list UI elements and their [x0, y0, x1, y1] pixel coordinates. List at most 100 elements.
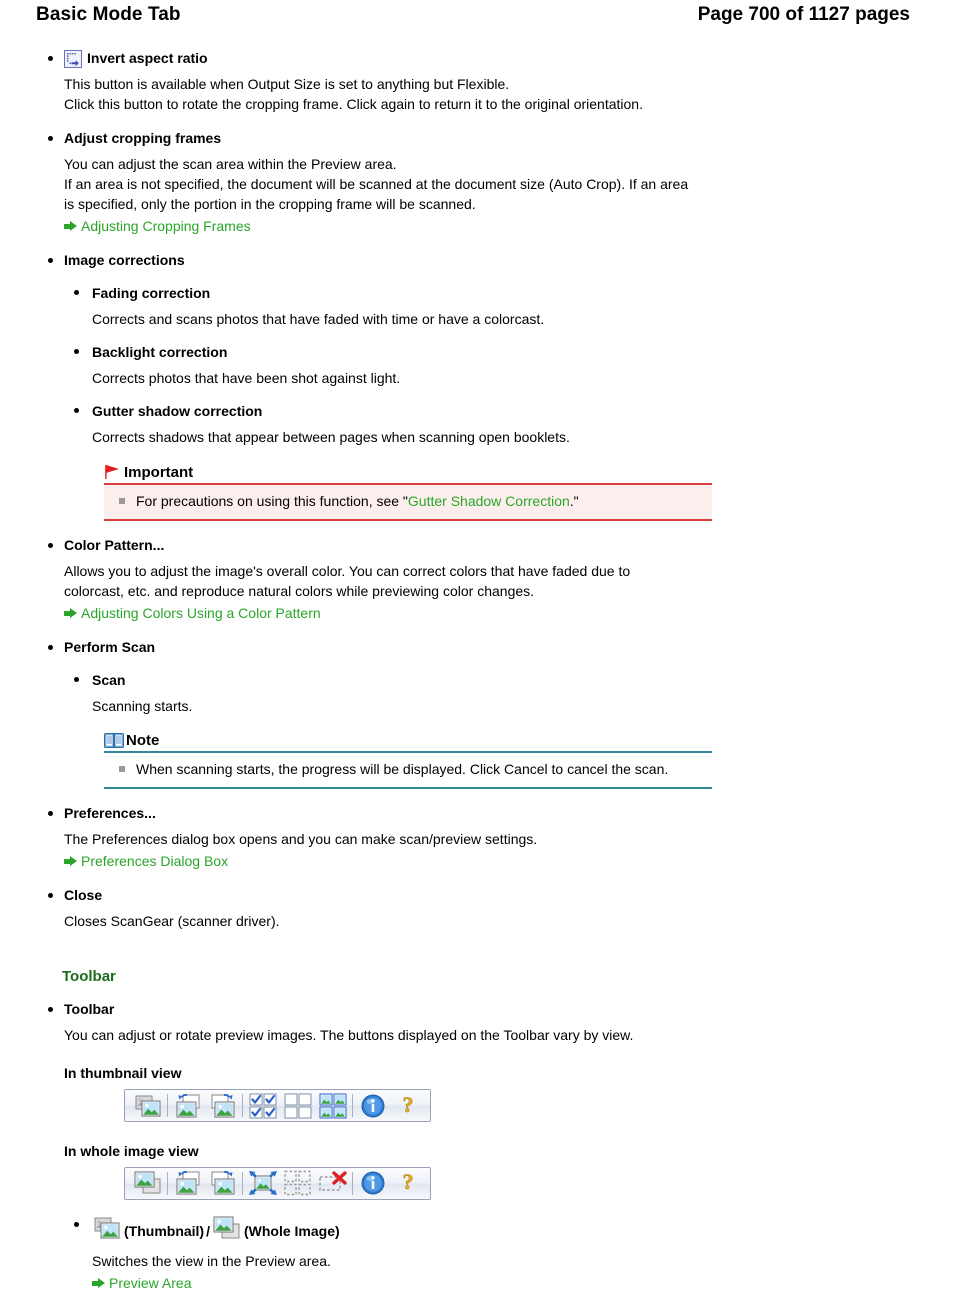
link-adjusting-cropping-frames[interactable]: Adjusting Cropping Frames	[81, 216, 251, 236]
green-arrow-icon	[92, 1277, 105, 1289]
page-title: Basic Mode Tab	[36, 4, 181, 25]
help-icon[interactable]: ?	[390, 1170, 425, 1197]
select-all-frames-icon[interactable]	[245, 1092, 280, 1119]
desc-gutter-shadow-correction: Corrects shadows that appear between pag…	[92, 429, 570, 445]
term-label: Image corrections	[64, 252, 185, 268]
desc-view-switch: Switches the view in the Preview area.	[92, 1253, 331, 1269]
info-icon[interactable]	[355, 1170, 390, 1197]
rotate-left-icon[interactable]	[170, 1092, 205, 1119]
desc-line: colorcast, etc. and reproduce natural co…	[64, 583, 535, 599]
desc-line: This button is available when Output Siz…	[64, 76, 510, 92]
desc-line: The Preferences dialog box opens and you…	[64, 831, 538, 847]
subheading-in-thumbnail-view: In thumbnail view	[64, 1065, 182, 1081]
term-label: Close	[64, 887, 103, 903]
link-adjusting-colors-using-a-color-pattern[interactable]: Adjusting Colors Using a Color Pattern	[81, 603, 321, 623]
page-header: Basic Mode Tab Page 700 of 1127 pages	[0, 0, 954, 34]
invert-aspect-ratio-icon	[64, 49, 82, 68]
list-item-fading-correction: Fading correction Corrects and scans pho…	[64, 284, 914, 329]
link-row-preview-area[interactable]: Preview Area	[92, 1273, 914, 1293]
list-item-adjust-cropping-frames: Adjust cropping frames You can adjust th…	[36, 129, 914, 236]
list-item-preferences: Preferences... The Preferences dialog bo…	[36, 804, 914, 871]
list-item-backlight-correction: Backlight correction Corrects photos tha…	[64, 343, 914, 388]
desc-backlight-correction: Corrects photos that have been shot agai…	[92, 370, 401, 386]
section-heading-toolbar: Toolbar	[62, 968, 116, 985]
term-label: Gutter shadow correction	[92, 403, 263, 419]
list-item-image-corrections: Image corrections Fading correction Corr…	[36, 251, 914, 521]
callout-important-body: For precautions on using this function, …	[104, 483, 712, 521]
whole-image-view-icon	[212, 1216, 242, 1245]
callout-text-before: For precautions on using this function, …	[136, 493, 408, 509]
link-preferences-dialog-box[interactable]: Preferences Dialog Box	[81, 851, 228, 871]
callout-important-heading: Important	[104, 463, 712, 483]
subheading-in-whole-image-view: In whole image view	[64, 1142, 199, 1159]
rotate-left-icon[interactable]	[170, 1170, 205, 1197]
callout-item: When scanning starts, the progress will …	[114, 760, 702, 779]
remove-crop-icon[interactable]	[315, 1170, 350, 1197]
term-fading-correction: Fading correction	[92, 284, 914, 303]
label-divider: /	[206, 1222, 210, 1239]
document-content: Invert aspect ratio This button is avail…	[0, 49, 954, 1293]
whole-image-label: (Whole Image)	[244, 1222, 340, 1239]
link-preview-area[interactable]: Preview Area	[109, 1273, 191, 1293]
list-item-view-switch: (Thumbnail) / (Whole Image) Switches the…	[64, 1216, 914, 1293]
toolbar-separator	[242, 1094, 243, 1117]
red-flag-icon	[104, 463, 122, 481]
desc-line: Click this button to rotate the cropping…	[64, 96, 643, 112]
toolbar-separator	[352, 1094, 353, 1117]
green-arrow-icon	[64, 220, 77, 232]
toolbar-separator	[167, 1171, 168, 1195]
thumbnail-view-icon	[92, 1216, 122, 1245]
desc-adjust-cropping-frames: You can adjust the scan area within the …	[64, 154, 914, 214]
desc-line: Closes ScanGear (scanner driver).	[64, 913, 280, 929]
deselect-all-frames-icon[interactable]	[280, 1092, 315, 1119]
term-label: Color Pattern...	[64, 537, 165, 553]
link-row-preferences-dialog-box[interactable]: Preferences Dialog Box	[64, 851, 914, 871]
term-toolbar: Toolbar	[64, 1000, 914, 1019]
list-item-color-pattern: Color Pattern... Allows you to adjust th…	[36, 536, 914, 623]
term-invert-aspect-ratio: Invert aspect ratio	[64, 49, 914, 68]
term-backlight-correction: Backlight correction	[92, 343, 914, 362]
desc-invert-aspect-ratio: This button is available when Output Siz…	[64, 74, 914, 114]
link-gutter-shadow-correction[interactable]: Gutter Shadow Correction	[408, 493, 570, 509]
term-gutter-shadow-correction: Gutter shadow correction	[92, 402, 914, 421]
multi-crop-icon[interactable]	[280, 1170, 315, 1197]
term-label: Fading correction	[92, 285, 211, 301]
link-row-adjusting-colors[interactable]: Adjusting Colors Using a Color Pattern	[64, 603, 914, 623]
list-item-perform-scan: Perform Scan Scan Scanning starts. Note …	[36, 638, 914, 789]
toolbar-whole-image-view[interactable]: ?	[124, 1166, 431, 1200]
term-color-pattern: Color Pattern...	[64, 536, 914, 555]
term-preferences: Preferences...	[64, 804, 914, 823]
auto-crop-icon[interactable]	[245, 1170, 280, 1197]
term-label: Preferences...	[64, 805, 156, 821]
term-perform-scan: Perform Scan	[64, 638, 914, 657]
whole-image-view-icon[interactable]	[130, 1170, 165, 1197]
rotate-right-icon[interactable]	[205, 1170, 240, 1197]
svg-text:?: ?	[402, 1093, 413, 1117]
toolbar-separator	[242, 1171, 243, 1195]
list-item-scan: Scan Scanning starts.	[64, 671, 914, 716]
desc-line: You can adjust the scan area within the …	[64, 156, 397, 172]
desc-close: Closes ScanGear (scanner driver).	[64, 911, 914, 931]
term-label: Toolbar	[64, 1001, 115, 1017]
thumbnail-view-icon[interactable]	[130, 1092, 165, 1119]
thumbnail-label: (Thumbnail)	[124, 1222, 205, 1239]
term-adjust-cropping-frames: Adjust cropping frames	[64, 129, 914, 148]
callout-note-heading: Note	[104, 732, 712, 751]
callout-item: For precautions on using this function, …	[114, 492, 702, 511]
term-image-corrections: Image corrections	[64, 251, 914, 270]
toolbar-thumbnail-view[interactable]: ?	[124, 1089, 431, 1122]
info-icon[interactable]	[355, 1092, 390, 1119]
select-all-images-icon[interactable]	[315, 1092, 350, 1119]
view-switch-labels: (Thumbnail) / (Whole Image)	[92, 1216, 914, 1245]
desc-color-pattern: Allows you to adjust the image's overall…	[64, 561, 914, 601]
rotate-right-icon[interactable]	[205, 1092, 240, 1119]
list-item-close: Close Closes ScanGear (scanner driver).	[36, 886, 914, 931]
callout-text-after: ."	[569, 493, 579, 509]
green-arrow-icon	[64, 607, 77, 619]
help-icon[interactable]: ?	[390, 1092, 425, 1119]
desc-line: Allows you to adjust the image's overall…	[64, 563, 631, 579]
link-row-adjusting-cropping-frames[interactable]: Adjusting Cropping Frames	[64, 216, 914, 236]
list-item-invert-aspect-ratio: Invert aspect ratio This button is avail…	[36, 49, 914, 114]
callout-note-title: Note	[126, 732, 160, 749]
callout-note: Note When scanning starts, the progress …	[104, 732, 712, 789]
